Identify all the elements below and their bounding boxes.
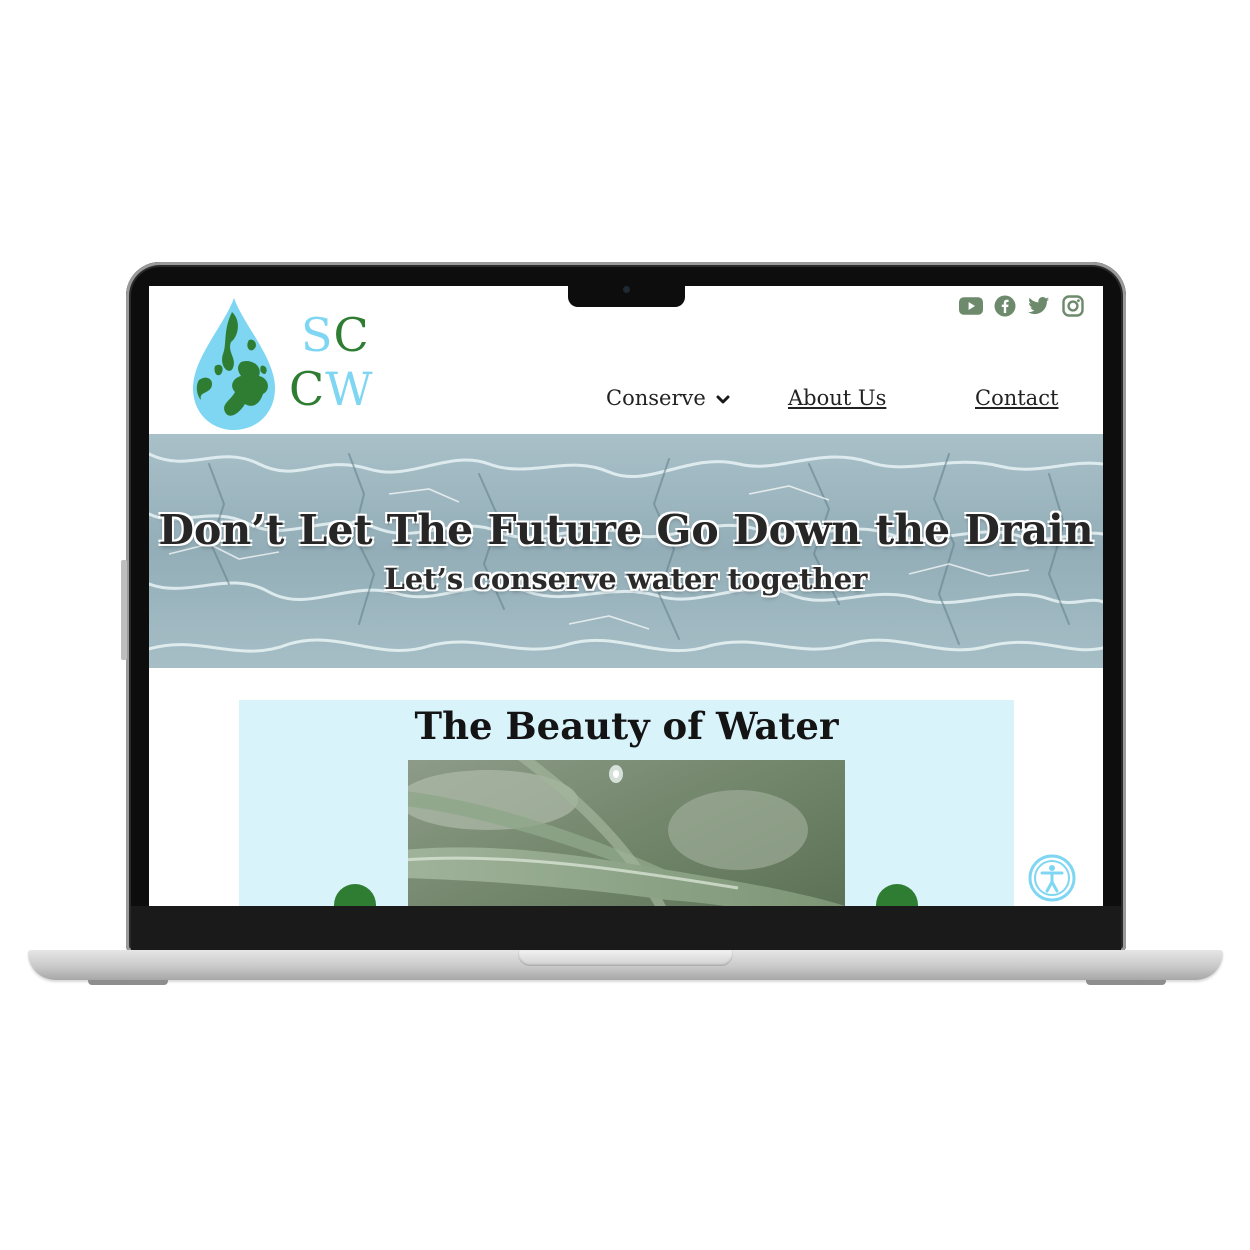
laptop-lid-notch: [518, 950, 733, 966]
nav-conserve-label: Conserve: [606, 386, 706, 410]
social-links: [959, 294, 1085, 318]
instagram-icon[interactable]: [1061, 294, 1085, 318]
twitter-icon[interactable]: [1027, 294, 1051, 318]
logo-letter: C: [289, 362, 326, 416]
camera-notch: [568, 284, 685, 307]
logo-letter: C: [333, 308, 370, 362]
carousel-next-button[interactable]: [876, 884, 918, 906]
logo-letter: S: [301, 308, 334, 362]
nav-contact[interactable]: Contact: [975, 386, 1058, 410]
hero-subtitle: Let’s conserve water together: [384, 562, 868, 596]
camera-icon: [623, 286, 630, 293]
section-title: The Beauty of Water: [414, 704, 839, 748]
website-screen: SC CW Conserve About Us Contact Don’t Le…: [149, 286, 1103, 906]
hero-title: Don’t Let The Future Go Down the Drain: [158, 506, 1094, 554]
accessibility-icon[interactable]: [1028, 854, 1076, 902]
carousel-prev-button[interactable]: [334, 884, 376, 906]
youtube-icon[interactable]: [959, 294, 983, 318]
laptop-side-edge: [121, 560, 127, 660]
nav-conserve[interactable]: Conserve: [606, 386, 730, 410]
beauty-of-water-section: The Beauty of Water: [239, 700, 1014, 906]
logo-letter: W: [325, 362, 374, 416]
facebook-icon[interactable]: [993, 294, 1017, 318]
laptop-foot: [1086, 980, 1166, 985]
hero-banner: Don’t Let The Future Go Down the Drain L…: [149, 434, 1103, 668]
chevron-down-icon: [716, 395, 730, 403]
grass-dew-photo: [408, 760, 845, 906]
laptop-bezel-bottom: [131, 906, 1121, 950]
nav-about-us[interactable]: About Us: [788, 386, 886, 410]
site-logo-text[interactable]: SC CW: [289, 308, 373, 416]
water-drop-logo-icon[interactable]: [189, 296, 279, 432]
laptop-foot: [88, 980, 168, 985]
